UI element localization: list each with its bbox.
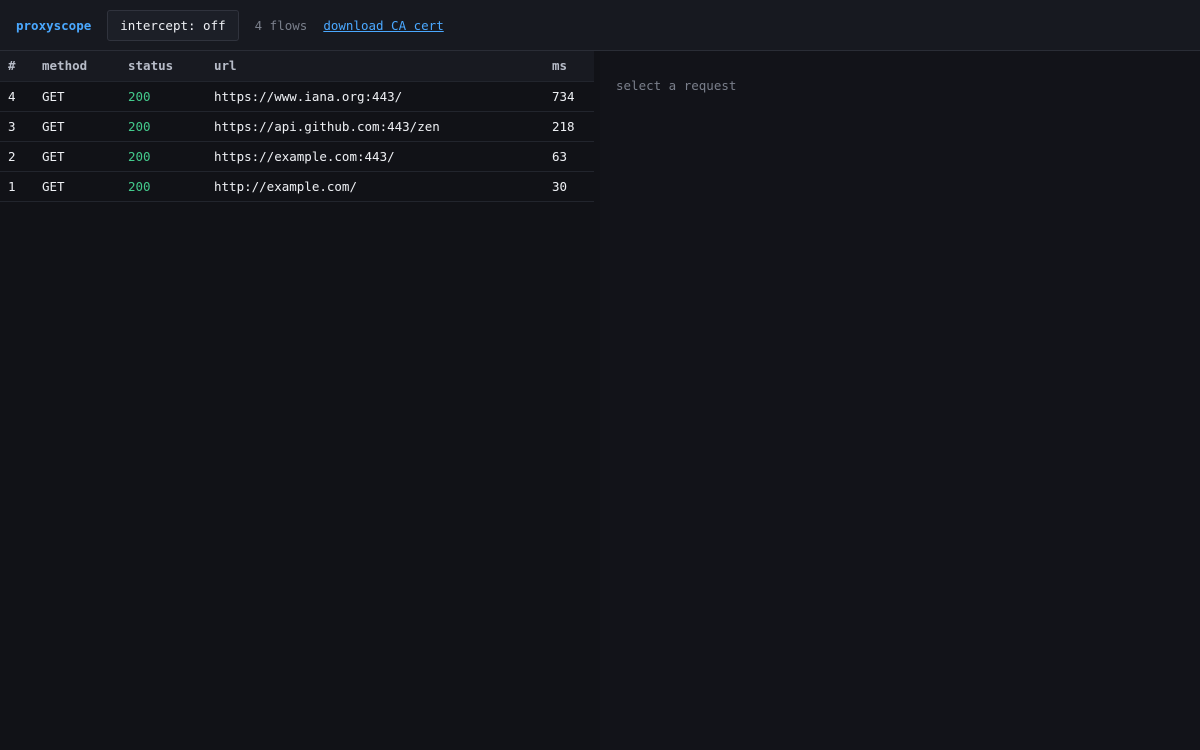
- column-header-ms[interactable]: ms: [552, 51, 599, 81]
- row-number: 3: [8, 118, 16, 134]
- table-row[interactable]: 4 GET 200 https://www.iana.org:443/ 734: [0, 81, 599, 111]
- empty-state-text: select a request: [616, 78, 737, 93]
- row-status: 200: [128, 178, 151, 194]
- row-method: GET: [42, 178, 65, 194]
- column-header-status[interactable]: status: [128, 51, 214, 81]
- row-url: https://example.com:443/: [214, 148, 395, 164]
- row-number: 2: [8, 148, 16, 164]
- row-ms: 218: [552, 118, 575, 134]
- row-number: 4: [8, 88, 16, 104]
- column-header-method[interactable]: method: [42, 51, 128, 81]
- flow-list-pane: # method status url ms 4 GET 200 https:/…: [0, 51, 599, 750]
- table-row[interactable]: 3 GET 200 https://api.github.com:443/zen…: [0, 111, 599, 141]
- row-status: 200: [128, 148, 151, 164]
- scrollbar-track[interactable]: [594, 51, 599, 750]
- row-method: GET: [42, 88, 65, 104]
- column-header-number[interactable]: #: [0, 51, 42, 81]
- row-ms: 734: [552, 88, 575, 104]
- table-row[interactable]: 2 GET 200 https://example.com:443/ 63: [0, 141, 599, 171]
- column-header-url[interactable]: url: [214, 51, 552, 81]
- row-url: https://www.iana.org:443/: [214, 88, 403, 104]
- flows-count: 4 flows: [254, 17, 308, 33]
- row-ms: 30: [552, 178, 568, 194]
- flows-table: # method status url ms 4 GET 200 https:/…: [0, 51, 599, 202]
- row-url: https://api.github.com:443/zen: [214, 118, 440, 134]
- row-ms: 63: [552, 148, 568, 164]
- app-brand: proxyscope: [16, 17, 92, 33]
- table-row[interactable]: 1 GET 200 http://example.com/ 30: [0, 171, 599, 201]
- request-detail-pane: select a request: [600, 51, 1200, 750]
- table-header-row: # method status url ms: [0, 51, 599, 81]
- row-method: GET: [42, 118, 65, 134]
- download-ca-cert-link[interactable]: download CA cert: [323, 18, 443, 33]
- row-number: 1: [8, 178, 16, 194]
- top-toolbar: proxyscope intercept: off 4 flows downlo…: [0, 0, 1200, 51]
- row-url: http://example.com/: [214, 178, 357, 194]
- intercept-toggle-button[interactable]: intercept: off: [107, 9, 239, 41]
- row-status: 200: [128, 88, 151, 104]
- row-status: 200: [128, 118, 151, 134]
- row-method: GET: [42, 148, 65, 164]
